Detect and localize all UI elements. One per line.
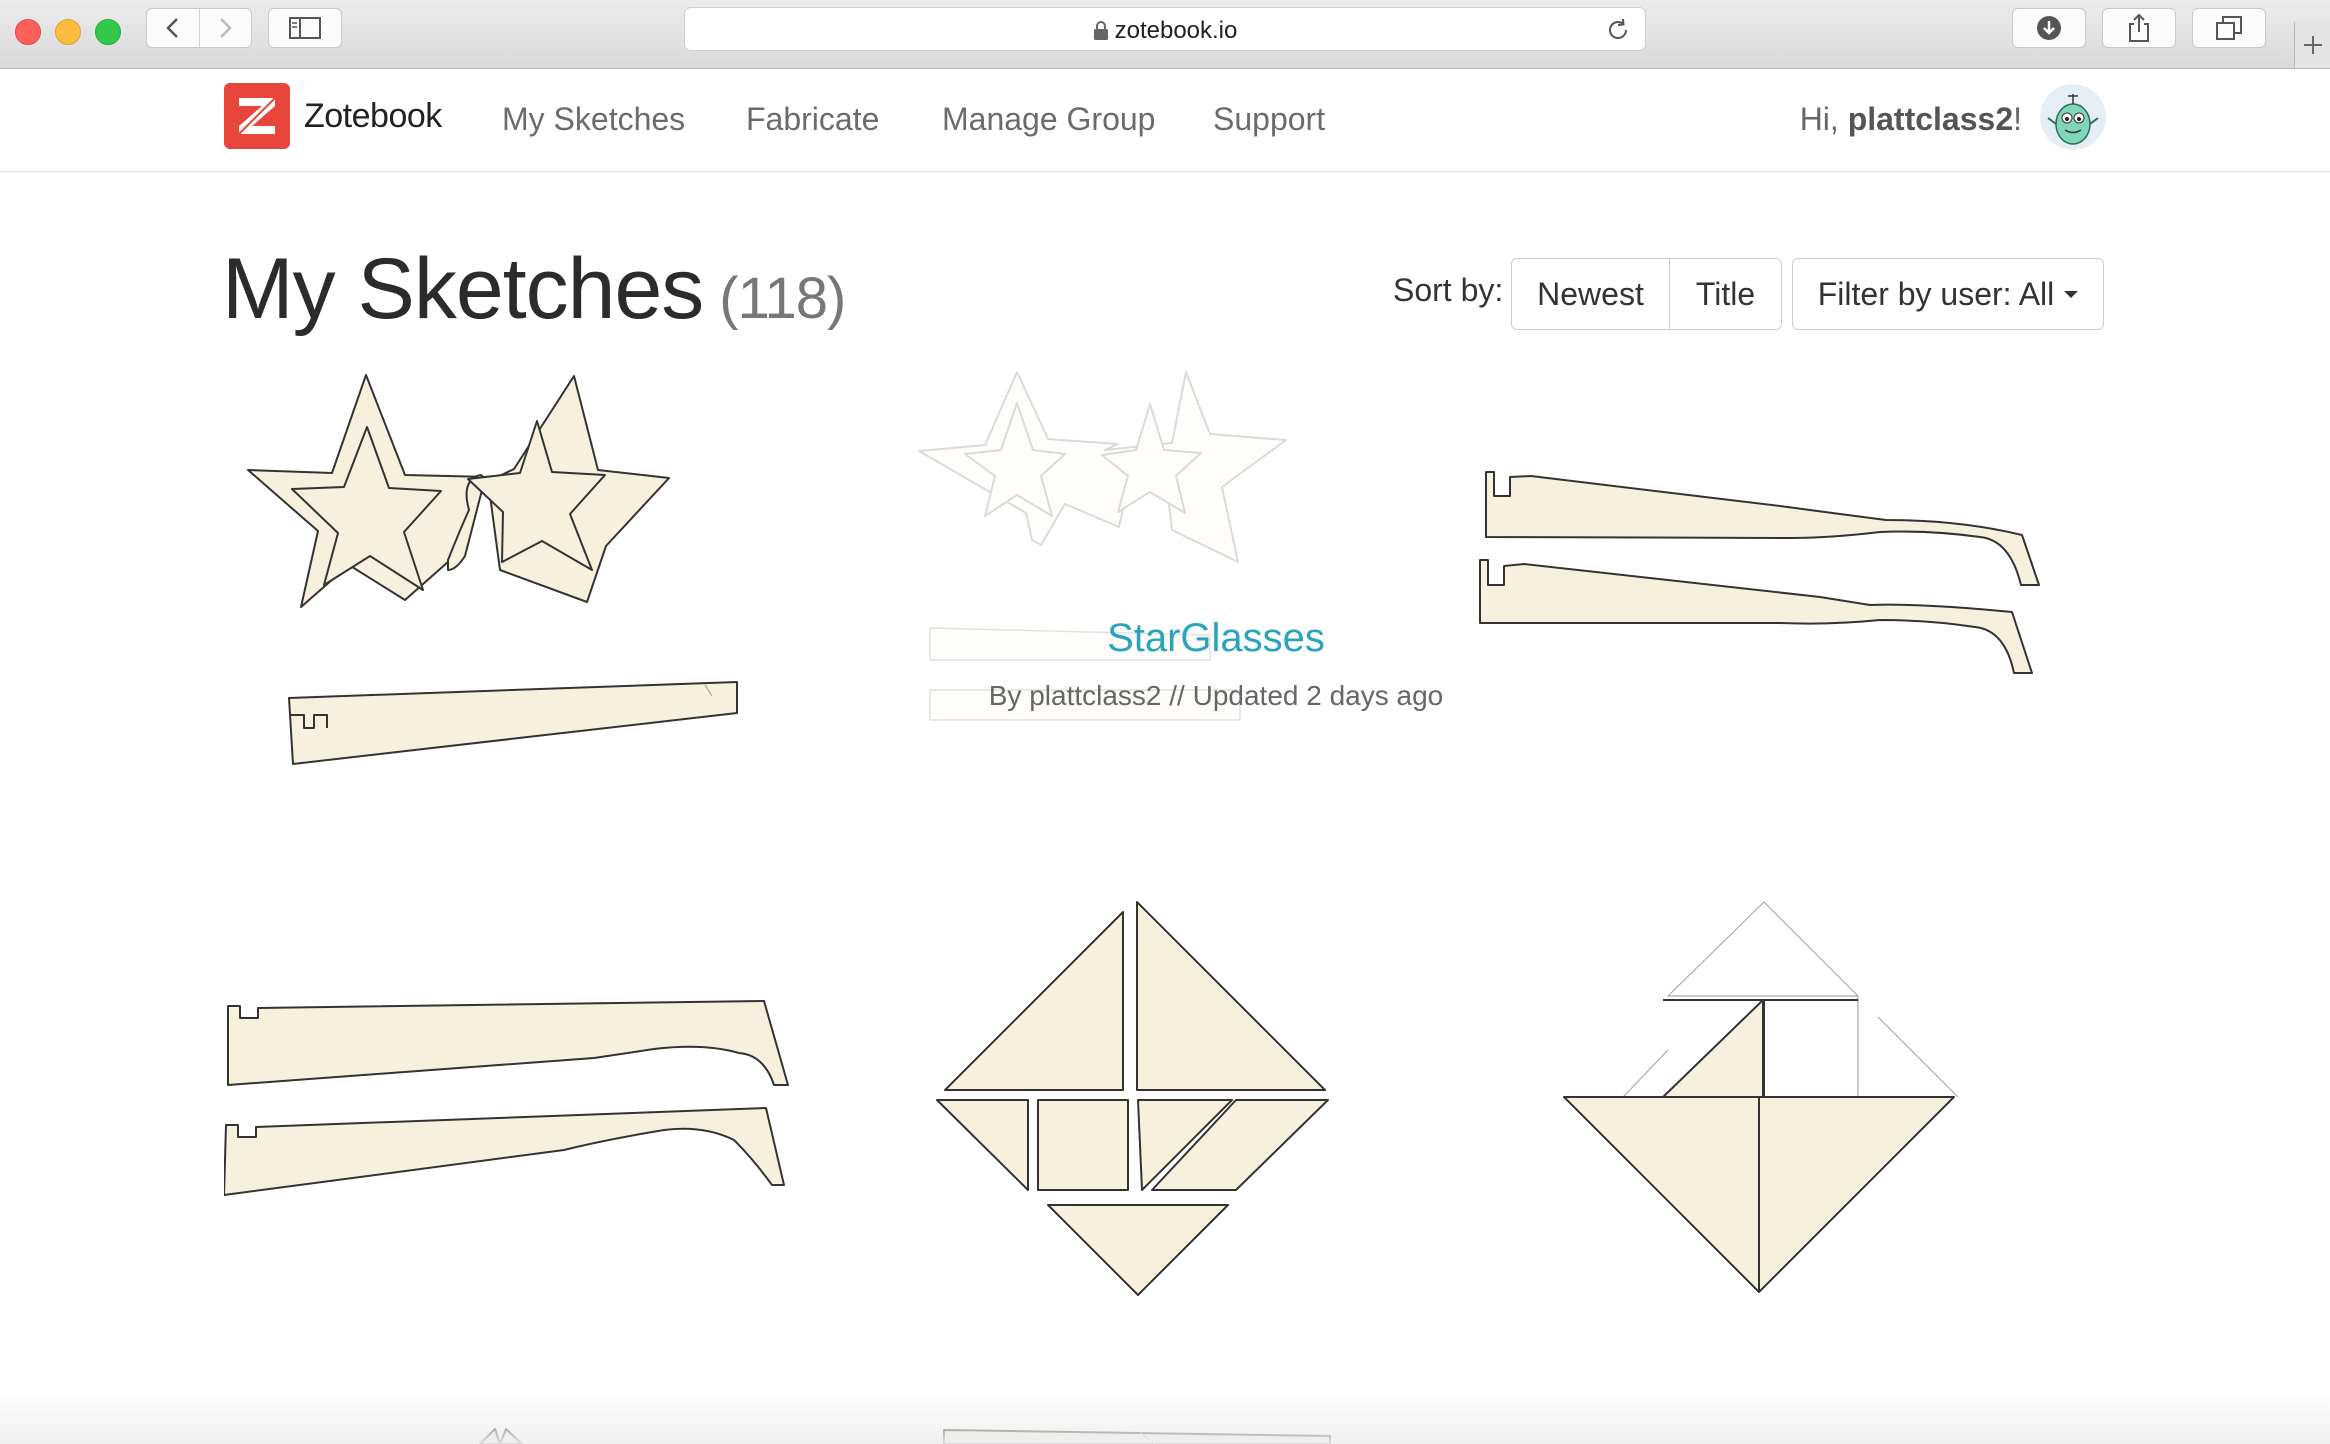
temple-arms-thumbnail xyxy=(1479,471,2040,674)
plus-icon xyxy=(2304,36,2322,54)
tangram-partial-thumbnail xyxy=(1563,901,1959,1293)
sketch-card[interactable] xyxy=(930,900,1350,1300)
username: plattclass2 xyxy=(1847,101,2014,137)
user-greeting[interactable]: Hi, plattclass2! xyxy=(1800,101,2022,138)
nav-my-sketches[interactable]: My Sketches xyxy=(502,101,685,138)
sketch-count: (118) xyxy=(719,266,846,331)
minimize-window-button[interactable] xyxy=(55,19,81,45)
back-arrow-icon xyxy=(165,18,178,38)
filter-by-user-dropdown[interactable]: Filter by user: All xyxy=(1792,258,2104,330)
sketch-card[interactable] xyxy=(224,990,824,1220)
sidebar-icon xyxy=(289,17,321,39)
download-icon xyxy=(2037,16,2061,40)
nav-support[interactable]: Support xyxy=(1213,101,1325,138)
forward-button[interactable] xyxy=(200,9,252,47)
caret-down-icon xyxy=(2064,290,2079,298)
share-icon xyxy=(2129,13,2149,42)
star-glasses-thumbnail xyxy=(247,374,738,765)
page-title-text: My Sketches xyxy=(222,241,704,337)
sketch-meta: By plattclass2 // Updated 2 days ago xyxy=(988,680,1444,711)
sort-button-group: Newest Title xyxy=(1511,258,1782,330)
sketch-title-link[interactable]: StarGlasses xyxy=(936,616,1496,661)
hover-overlay xyxy=(900,360,1460,800)
forward-arrow-icon xyxy=(220,18,233,38)
sketch-card[interactable] xyxy=(224,360,784,800)
long-temple-arms-thumbnail xyxy=(224,1000,789,1196)
new-tab-button[interactable] xyxy=(2294,22,2330,68)
browser-toolbar: zotebook.io xyxy=(0,0,2330,69)
site-header: Zotebook My Sketches Fabricate Manage Gr… xyxy=(0,69,2330,172)
close-window-button[interactable] xyxy=(15,19,41,45)
sketch-card-starglasses[interactable]: StarGlasses By plattclass2 // Updated 2 … xyxy=(900,360,1460,800)
tabs-icon xyxy=(2216,16,2242,40)
zoom-window-button[interactable] xyxy=(95,19,121,45)
url-text: zotebook.io xyxy=(1114,17,1238,44)
sketch-card[interactable] xyxy=(1460,440,2060,700)
sidebar-button[interactable] xyxy=(268,8,342,48)
show-tabs-button[interactable] xyxy=(2192,8,2266,48)
greeting-prefix: Hi, xyxy=(1799,101,1848,137)
user-avatar[interactable] xyxy=(2040,84,2106,150)
address-bar[interactable]: zotebook.io xyxy=(684,7,1646,51)
history-nav xyxy=(146,8,252,48)
back-button[interactable] xyxy=(147,9,200,47)
sort-label: Sort by: xyxy=(1393,272,1504,308)
share-button[interactable] xyxy=(2102,8,2176,48)
sort-newest-button[interactable]: Newest xyxy=(1512,259,1670,329)
greeting-suffix: ! xyxy=(2013,101,2022,137)
sort-title-button[interactable]: Title xyxy=(1670,259,1781,329)
filter-label: Filter by user: All xyxy=(1817,275,2055,312)
nav-manage-group[interactable]: Manage Group xyxy=(942,101,1155,138)
nav-fabricate[interactable]: Fabricate xyxy=(746,101,879,138)
lock-icon xyxy=(1093,21,1108,40)
bottom-fade xyxy=(0,1390,2330,1444)
tangram-diamond-thumbnail xyxy=(936,901,1329,1296)
zotebook-logo-icon[interactable] xyxy=(224,83,290,149)
downloads-button[interactable] xyxy=(2012,8,2086,48)
page-title: My Sketches (118) xyxy=(222,240,846,339)
reload-icon[interactable] xyxy=(1605,17,1631,43)
brand-name[interactable]: Zotebook xyxy=(304,97,442,136)
sketch-card[interactable] xyxy=(1540,890,1980,1310)
